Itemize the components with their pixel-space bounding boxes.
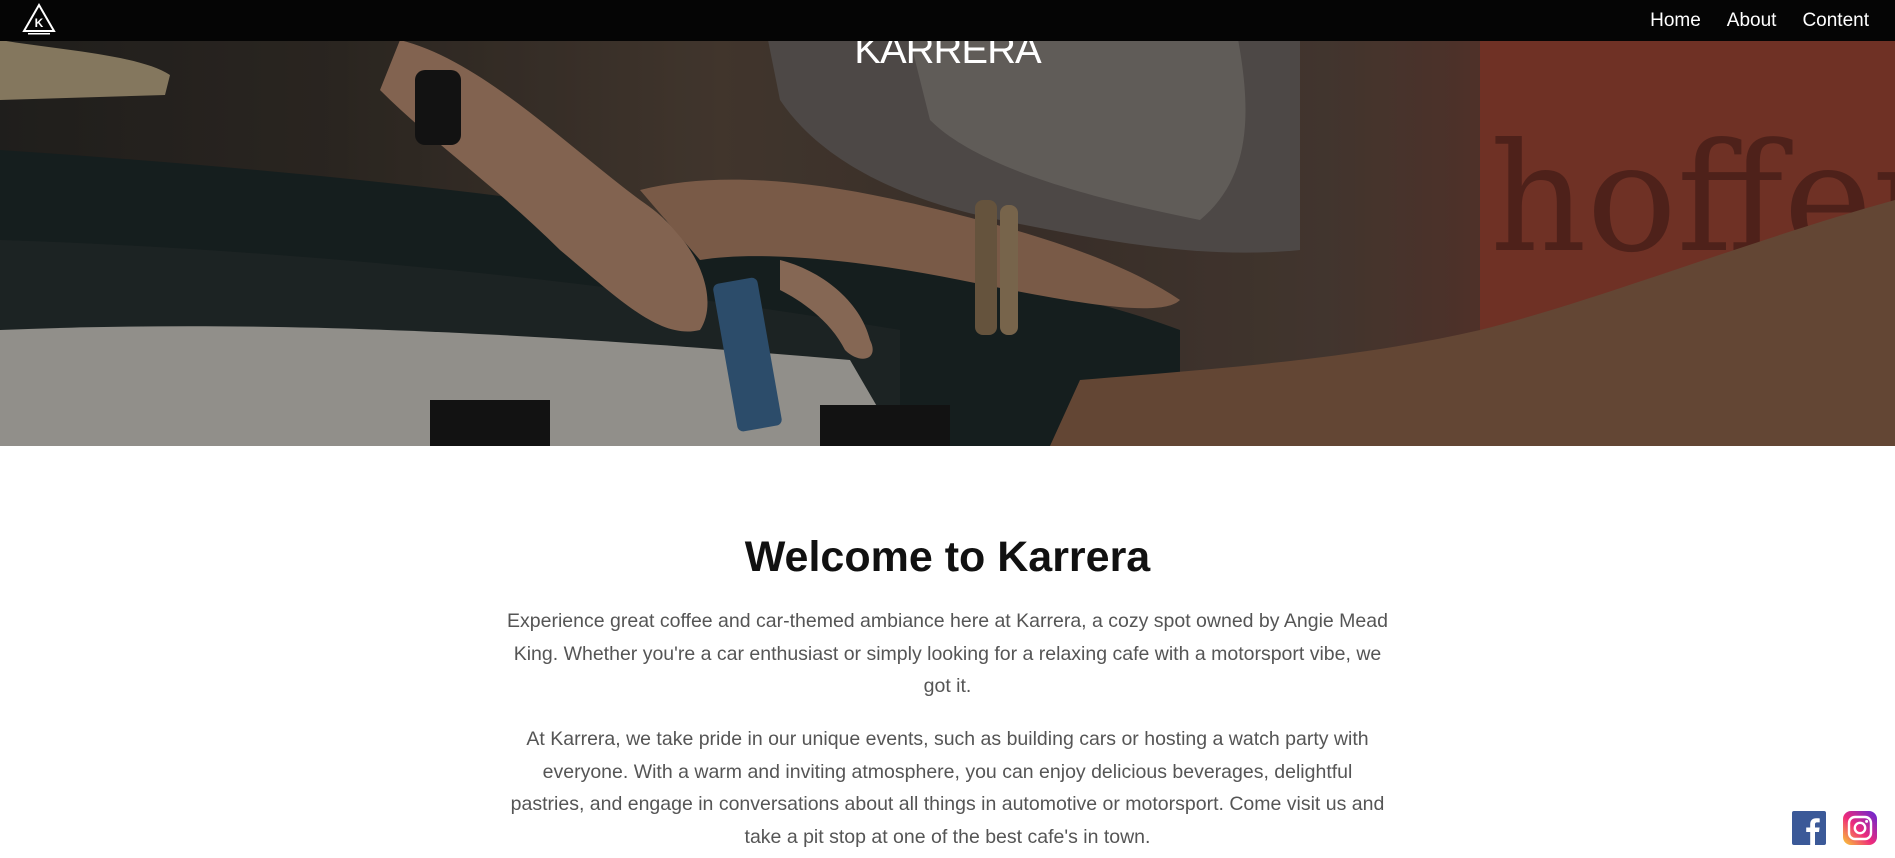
nav-about-link[interactable]: About (1727, 10, 1777, 32)
logo-letter: K (35, 16, 44, 30)
instagram-icon[interactable] (1843, 811, 1877, 845)
intro-paragraph: Experience great coffee and car-themed a… (507, 610, 1388, 697)
page-title: Welcome to Karrera (744, 533, 1151, 581)
nav-content-link[interactable]: Content (1802, 10, 1869, 32)
top-navbar: K Home About Content (0, 0, 1895, 41)
events-paragraph: At Karrera, we take pride in our unique … (510, 728, 1385, 848)
facebook-icon[interactable] (1792, 811, 1826, 845)
hero-banner: hoffer KARRERA (0, 0, 1895, 446)
nav-home-link[interactable]: Home (1650, 10, 1701, 32)
nav-links: Home About Content (1650, 0, 1869, 41)
logo-icon[interactable]: K (22, 2, 56, 37)
